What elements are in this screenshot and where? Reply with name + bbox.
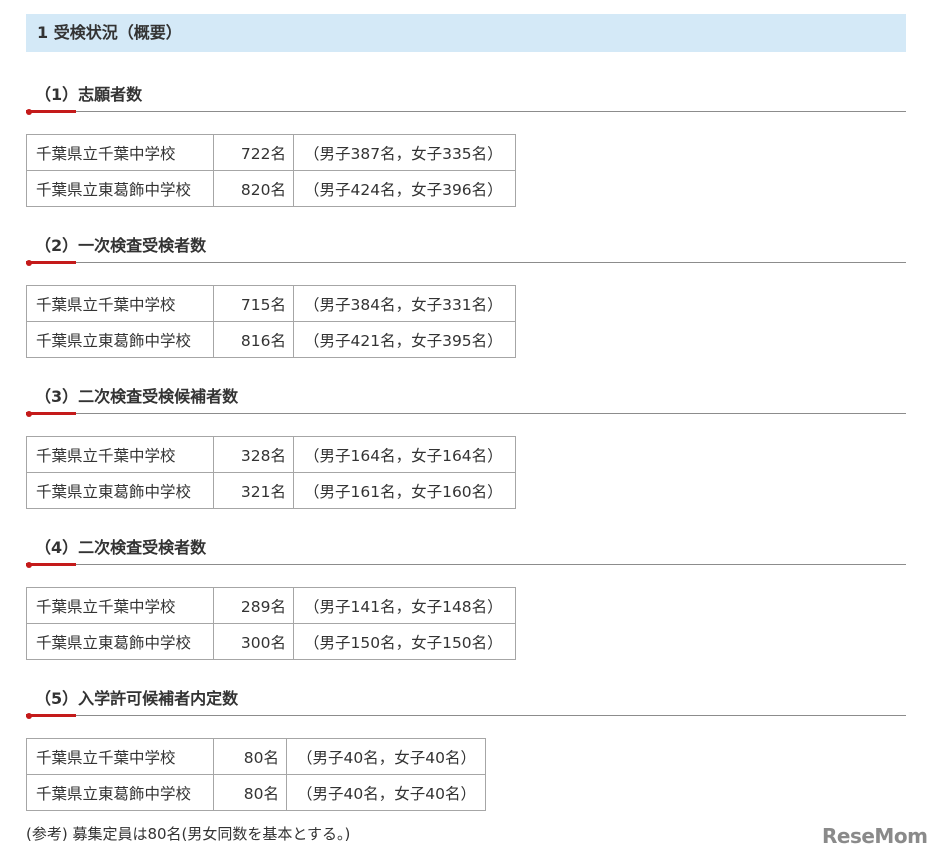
school-cell: 千葉県立千葉中学校 xyxy=(26,738,214,775)
section-title: （3）二次検査受検候補者数 xyxy=(26,382,906,418)
breakdown-cell: （男子161名，女子160名） xyxy=(293,472,516,509)
section-second-exam-takers: （4）二次検査受検者数 千葉県立千葉中学校 289名 （男子141名，女子148… xyxy=(26,533,906,660)
count-cell: 722名 xyxy=(213,134,294,171)
main-heading: 1 受検状況（概要） xyxy=(26,14,906,52)
section-accent-bar xyxy=(26,412,76,415)
table-row: 千葉県立千葉中学校 722名 （男子387名，女子335名） xyxy=(26,134,516,171)
section-accent-bar xyxy=(26,261,76,264)
section-first-exam-takers: （2）一次検査受検者数 千葉県立千葉中学校 715名 （男子384名，女子331… xyxy=(26,231,906,358)
section-rule xyxy=(26,413,906,414)
breakdown-cell: （男子40名，女子40名） xyxy=(286,774,486,811)
section-title: （5）入学許可候補者内定数 xyxy=(26,684,906,720)
breakdown-cell: （男子164名，女子164名） xyxy=(293,436,516,473)
table-row: 千葉県立千葉中学校 80名 （男子40名，女子40名） xyxy=(26,738,486,775)
breakdown-cell: （男子141名，女子148名） xyxy=(293,587,516,624)
section-title-text: （2）一次検査受検者数 xyxy=(35,236,207,255)
count-cell: 80名 xyxy=(213,774,287,811)
table-row: 千葉県立千葉中学校 328名 （男子164名，女子164名） xyxy=(26,436,516,473)
school-cell: 千葉県立東葛飾中学校 xyxy=(26,472,214,509)
section-admission-candidates: （5）入学許可候補者内定数 千葉県立千葉中学校 80名 （男子40名，女子40名… xyxy=(26,684,906,811)
section-second-exam-candidates: （3）二次検査受検候補者数 千葉県立千葉中学校 328名 （男子164名，女子1… xyxy=(26,382,906,509)
count-cell: 300名 xyxy=(213,623,294,660)
section-rule xyxy=(26,564,906,565)
section-accent-dot xyxy=(26,713,32,719)
resemom-logo: ReseMom xyxy=(822,824,928,848)
table-row: 千葉県立東葛飾中学校 820名 （男子424名，女子396名） xyxy=(26,170,516,207)
section-accent-dot xyxy=(26,109,32,115)
section-title: （2）一次検査受検者数 xyxy=(26,231,906,267)
count-cell: 816名 xyxy=(213,321,294,358)
school-cell: 千葉県立東葛飾中学校 xyxy=(26,774,214,811)
table-row: 千葉県立東葛飾中学校 300名 （男子150名，女子150名） xyxy=(26,623,516,660)
count-cell: 80名 xyxy=(213,738,287,775)
school-cell: 千葉県立千葉中学校 xyxy=(26,436,214,473)
section-accent-bar xyxy=(26,714,76,717)
count-cell: 328名 xyxy=(213,436,294,473)
section-applicants: （1）志願者数 千葉県立千葉中学校 722名 （男子387名，女子335名） 千… xyxy=(26,80,906,207)
school-cell: 千葉県立千葉中学校 xyxy=(26,587,214,624)
section-accent-bar xyxy=(26,563,76,566)
section-title: （1）志願者数 xyxy=(26,80,906,116)
count-cell: 289名 xyxy=(213,587,294,624)
school-cell: 千葉県立千葉中学校 xyxy=(26,134,214,171)
section-title: （4）二次検査受検者数 xyxy=(26,533,906,569)
breakdown-cell: （男子421名，女子395名） xyxy=(293,321,516,358)
breakdown-cell: （男子424名，女子396名） xyxy=(293,170,516,207)
breakdown-cell: （男子384名，女子331名） xyxy=(293,285,516,322)
school-cell: 千葉県立東葛飾中学校 xyxy=(26,321,214,358)
section-accent-dot xyxy=(26,411,32,417)
breakdown-cell: （男子387名，女子335名） xyxy=(293,134,516,171)
table-row: 千葉県立東葛飾中学校 816名 （男子421名，女子395名） xyxy=(26,321,516,358)
section-rule xyxy=(26,262,906,263)
count-cell: 715名 xyxy=(213,285,294,322)
section-title-text: （5）入学許可候補者内定数 xyxy=(35,689,239,708)
table-row: 千葉県立東葛飾中学校 80名 （男子40名，女子40名） xyxy=(26,774,486,811)
school-cell: 千葉県立東葛飾中学校 xyxy=(26,623,214,660)
school-cell: 千葉県立千葉中学校 xyxy=(26,285,214,322)
breakdown-cell: （男子150名，女子150名） xyxy=(293,623,516,660)
data-table: 千葉県立千葉中学校 328名 （男子164名，女子164名） 千葉県立東葛飾中学… xyxy=(26,436,516,509)
count-cell: 321名 xyxy=(213,472,294,509)
data-table: 千葉県立千葉中学校 715名 （男子384名，女子331名） 千葉県立東葛飾中学… xyxy=(26,285,516,358)
section-accent-bar xyxy=(26,110,76,113)
section-title-text: （3）二次検査受検候補者数 xyxy=(35,387,239,406)
section-accent-dot xyxy=(26,562,32,568)
table-row: 千葉県立東葛飾中学校 321名 （男子161名，女子160名） xyxy=(26,472,516,509)
data-table: 千葉県立千葉中学校 289名 （男子141名，女子148名） 千葉県立東葛飾中学… xyxy=(26,587,516,660)
data-table: 千葉県立千葉中学校 722名 （男子387名，女子335名） 千葉県立東葛飾中学… xyxy=(26,134,516,207)
table-row: 千葉県立千葉中学校 715名 （男子384名，女子331名） xyxy=(26,285,516,322)
count-cell: 820名 xyxy=(213,170,294,207)
section-rule xyxy=(26,111,906,112)
data-table: 千葉県立千葉中学校 80名 （男子40名，女子40名） 千葉県立東葛飾中学校 8… xyxy=(26,738,486,811)
section-accent-dot xyxy=(26,260,32,266)
school-cell: 千葉県立東葛飾中学校 xyxy=(26,170,214,207)
table-row: 千葉県立千葉中学校 289名 （男子141名，女子148名） xyxy=(26,587,516,624)
reference-note: (参考) 募集定員は80名(男女同数を基本とする。) xyxy=(26,825,351,843)
breakdown-cell: （男子40名，女子40名） xyxy=(286,738,486,775)
section-rule xyxy=(26,715,906,716)
section-title-text: （1）志願者数 xyxy=(35,85,143,104)
section-title-text: （4）二次検査受検者数 xyxy=(35,538,207,557)
